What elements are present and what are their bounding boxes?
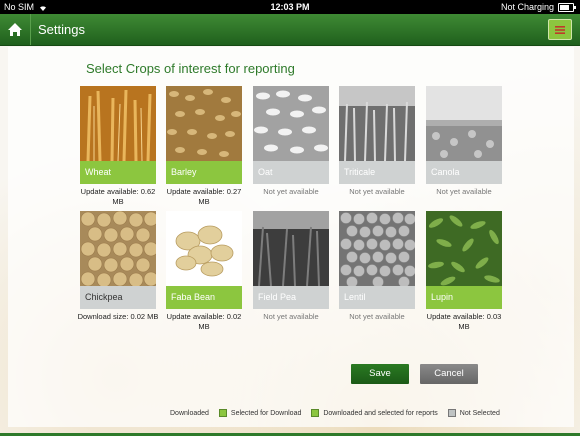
page-title: Settings: [38, 22, 85, 37]
crop-label: Faba Bean: [166, 286, 242, 309]
chickpea-image: [80, 211, 156, 286]
crop-status: Not yet available: [263, 187, 319, 196]
faba-bean-image: [166, 211, 242, 286]
crop-status: Update available: 0.03 MB: [426, 312, 502, 331]
wheat-image: [80, 86, 156, 161]
oat-image: [253, 86, 329, 161]
crop-label: Oat: [253, 161, 329, 184]
crop-tile-chickpea[interactable]: Chickpea Download size: 0.02 MB: [78, 211, 158, 322]
legend-downloaded-and-selected: Downloaded and selected for reports: [323, 409, 438, 417]
crop-tile-triticale[interactable]: Triticale Not yet available: [339, 86, 415, 197]
cancel-button[interactable]: Cancel: [420, 364, 478, 384]
crop-tile-canola[interactable]: Canola Not yet available: [426, 86, 502, 197]
crop-label: Chickpea: [80, 286, 156, 309]
crop-label: Canola: [426, 161, 502, 184]
status-bar: No SIM 12:03 PM Not Charging: [0, 0, 580, 14]
crop-status: Not yet available: [436, 187, 492, 196]
crop-tile-lentil[interactable]: Lentil Not yet available: [339, 211, 415, 322]
crop-status: Not yet available: [349, 187, 405, 196]
canola-image: [426, 86, 502, 161]
crop-tile-field-pea[interactable]: Field Pea Not yet available: [253, 211, 329, 322]
home-button[interactable]: [0, 14, 31, 45]
crop-tile-wheat[interactable]: Wheat Update available: 0.62 MB: [80, 86, 156, 207]
crop-status: Not yet available: [263, 312, 319, 321]
legend-selected-for-download: Selected for Download: [230, 409, 302, 417]
crop-label: Barley: [166, 161, 242, 184]
barley-image: [166, 86, 242, 161]
save-button[interactable]: Save: [351, 364, 409, 384]
menu-icon: [555, 25, 565, 34]
crop-label: Field Pea: [253, 286, 329, 309]
field-pea-image: [253, 211, 329, 286]
crop-tile-lupin[interactable]: Lupin Update available: 0.03 MB: [426, 211, 502, 332]
crop-status: Not yet available: [349, 312, 405, 321]
crop-label: Triticale: [339, 161, 415, 184]
crop-status: Update available: 0.02 MB: [166, 312, 242, 331]
crop-status: Download size: 0.02 MB: [77, 312, 159, 321]
crop-status: Update available: 0.27 MB: [166, 187, 242, 206]
home-icon: [8, 23, 22, 36]
section-title: Select Crops of interest for reporting: [86, 61, 295, 76]
menu-button[interactable]: [548, 19, 572, 40]
clock: 12:03 PM: [270, 2, 310, 12]
lentil-image: [339, 211, 415, 286]
legend-selected-swatch: [218, 409, 227, 417]
legend-downloaded: Downloaded: [170, 409, 209, 417]
nav-bar: Settings: [0, 14, 580, 46]
crop-label: Lupin: [426, 286, 502, 309]
legend: Downloaded Selected for Download Downloa…: [170, 409, 500, 417]
crop-tile-oat[interactable]: Oat Not yet available: [253, 86, 329, 197]
crop-label: Wheat: [80, 161, 156, 184]
legend-not-selected-swatch: [447, 409, 456, 417]
crop-status: Update available: 0.62 MB: [80, 187, 156, 206]
crop-tile-barley[interactable]: Barley Update available: 0.27 MB: [166, 86, 242, 207]
triticale-image: [339, 86, 415, 161]
crop-label: Lentil: [339, 286, 415, 309]
charging-status: Not Charging: [500, 2, 554, 12]
crop-tile-faba-bean[interactable]: Faba Bean Update available: 0.02 MB: [166, 211, 242, 332]
lupin-image: [426, 211, 502, 286]
legend-downloaded-selected-swatch: [311, 409, 320, 417]
battery-icon: [558, 2, 576, 12]
legend-not-selected: Not Selected: [459, 409, 500, 417]
